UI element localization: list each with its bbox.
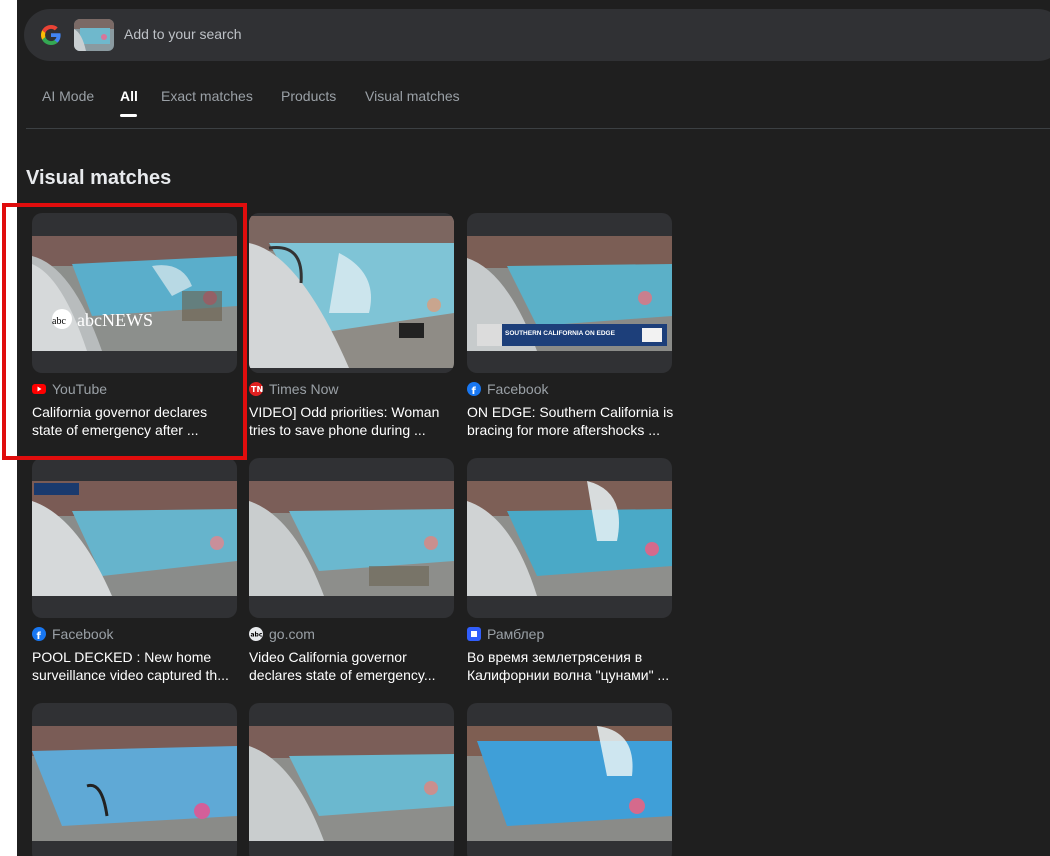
result-title-line: ON EDGE: Southern California is: [467, 404, 674, 420]
result-source[interactable]: f Facebook: [32, 625, 113, 643]
news-banner: SOUTHERN CALIFORNIA ON EDGE: [505, 330, 616, 337]
result-title-line: declares state of emergency...: [249, 667, 436, 683]
result-thumbnail[interactable]: [467, 703, 672, 856]
search-input[interactable]: Add to your search: [124, 26, 242, 42]
result-thumbnail[interactable]: [32, 458, 237, 618]
search-bar[interactable]: Add to your search: [24, 9, 1050, 61]
result-title-line: Калифорнии волна "цунами" ...: [467, 667, 670, 683]
result-title[interactable]: ON EDGE: Southern California is bracing …: [467, 403, 677, 439]
facebook-icon: f: [467, 382, 481, 396]
result-source[interactable]: TN Times Now: [249, 380, 339, 398]
svg-text:f: f: [37, 631, 42, 641]
result-source[interactable]: abc go.com: [249, 625, 315, 643]
result-thumbnail[interactable]: [249, 458, 454, 618]
query-image-thumbnail[interactable]: [74, 19, 114, 51]
tab-visual-matches[interactable]: Visual matches: [365, 88, 460, 104]
tab-products[interactable]: Products: [281, 88, 336, 104]
selection-highlight: [2, 203, 247, 460]
result-title-line: VIDEO] Odd priorities: Woman: [249, 404, 440, 420]
result-title-line: Video California governor: [249, 649, 407, 665]
tab-all[interactable]: All: [120, 88, 138, 104]
section-title: Visual matches: [26, 167, 172, 189]
svg-text:abc: abc: [251, 632, 263, 639]
result-thumbnail[interactable]: SOUTHERN CALIFORNIA ON EDGE: [467, 213, 672, 373]
result-title[interactable]: POOL DECKED : New home surveillance vide…: [32, 648, 242, 684]
source-name: Times Now: [269, 381, 339, 397]
active-tab-indicator: [120, 114, 137, 117]
source-name: Рамблер: [487, 626, 545, 642]
result-thumbnail[interactable]: [249, 703, 454, 856]
tabs-divider: [26, 128, 1050, 129]
result-thumbnail[interactable]: [249, 213, 454, 373]
result-source[interactable]: f Facebook: [467, 380, 548, 398]
result-title[interactable]: VIDEO] Odd priorities: Woman tries to sa…: [249, 403, 459, 439]
tab-ai-mode[interactable]: AI Mode: [42, 88, 94, 104]
facebook-icon: f: [32, 627, 46, 641]
result-title-line: Во время землетрясения в: [467, 649, 643, 665]
result-thumbnail[interactable]: [32, 703, 237, 856]
result-title-line: surveillance video captured th...: [32, 667, 229, 683]
rambler-icon: [467, 627, 481, 641]
result-title[interactable]: Video California governor declares state…: [249, 648, 459, 684]
result-title-line: tries to save phone during ...: [249, 422, 426, 438]
source-name: Facebook: [487, 381, 549, 397]
result-title[interactable]: Во время землетрясения в Калифорнии волн…: [467, 648, 677, 684]
result-source[interactable]: Рамблер: [467, 625, 544, 643]
svg-text:f: f: [472, 386, 477, 396]
source-name: go.com: [269, 626, 315, 642]
tab-exact-matches[interactable]: Exact matches: [161, 88, 253, 104]
result-title-line: POOL DECKED : New home: [32, 649, 212, 665]
abc-icon: abc: [249, 627, 263, 641]
times-now-icon: TN: [249, 382, 263, 396]
source-name: Facebook: [52, 626, 114, 642]
result-thumbnail[interactable]: [467, 458, 672, 618]
result-title-line: bracing for more aftershocks ...: [467, 422, 660, 438]
svg-text:TN: TN: [251, 385, 263, 394]
google-g-icon: [41, 25, 61, 45]
